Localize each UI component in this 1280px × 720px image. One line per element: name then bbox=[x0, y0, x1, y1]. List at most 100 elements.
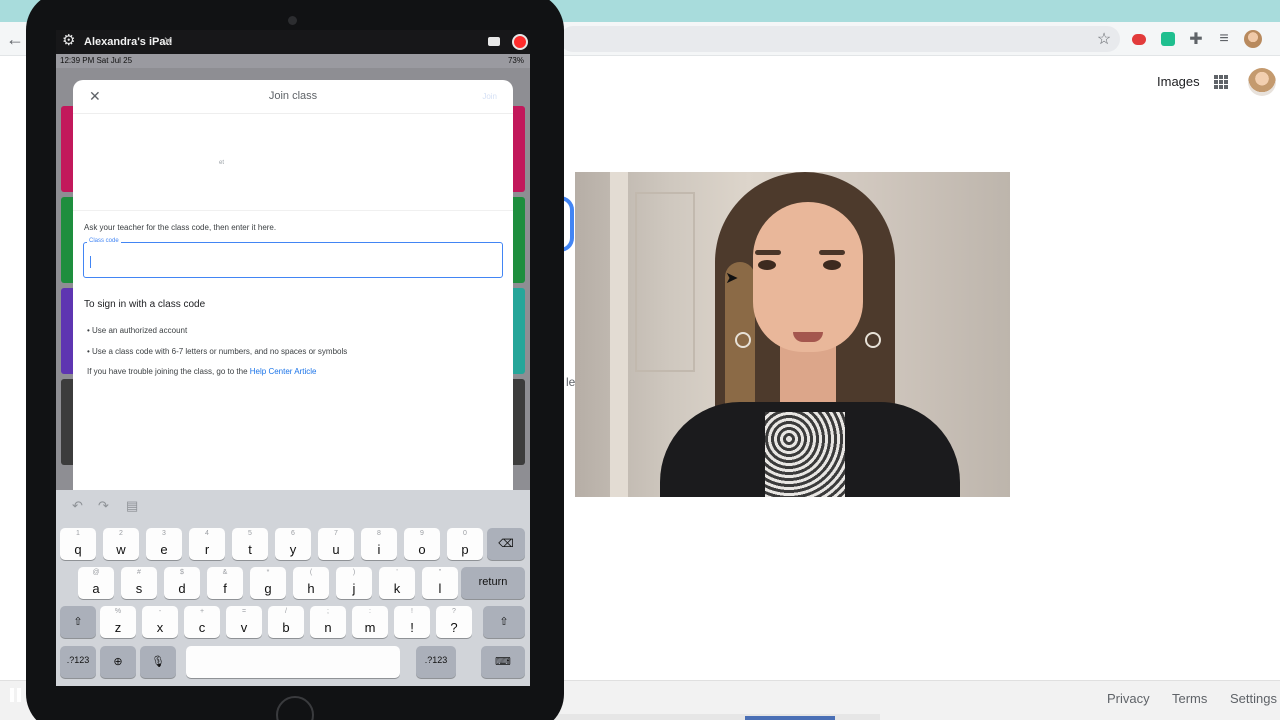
key-alt-label: ! bbox=[411, 608, 413, 615]
reading-list-icon[interactable]: ≡ bbox=[1213, 28, 1235, 50]
extension-red-icon[interactable] bbox=[1128, 28, 1150, 50]
extension-green-icon[interactable] bbox=[1157, 28, 1179, 50]
key-label: e bbox=[160, 542, 168, 557]
key-b[interactable]: / b bbox=[268, 606, 304, 638]
key-a[interactable]: @ a bbox=[78, 567, 114, 599]
key-label: s bbox=[135, 581, 143, 596]
key-label: f bbox=[223, 581, 227, 596]
settings-gear-icon[interactable]: ⚙ bbox=[62, 33, 75, 49]
class-code-input[interactable] bbox=[83, 242, 503, 278]
undo-icon[interactable]: ↶ bbox=[72, 498, 83, 514]
key-label: ! bbox=[410, 620, 414, 635]
presenter-eye-right bbox=[823, 260, 841, 270]
numbers-key-right[interactable]: .?123 bbox=[416, 646, 456, 678]
key-p[interactable]: 0p bbox=[447, 528, 483, 560]
close-icon[interactable]: ✕ bbox=[163, 34, 173, 48]
presenter-brow-right bbox=[819, 250, 845, 255]
key-![interactable]: !! bbox=[394, 606, 430, 638]
key-alt-label: ) bbox=[352, 569, 356, 576]
bookmark-star-icon[interactable]: ☆ bbox=[1093, 28, 1115, 50]
profile-avatar-icon[interactable] bbox=[1242, 28, 1264, 50]
key-k[interactable]: ' k bbox=[379, 567, 415, 599]
numbers-key-left[interactable]: .?123 bbox=[60, 646, 96, 678]
dictation-key[interactable]: 🎙 bbox=[140, 646, 176, 678]
account-hint: et bbox=[219, 160, 225, 166]
google-apps-grid-icon[interactable] bbox=[1214, 75, 1228, 89]
key-?[interactable]: ?? bbox=[436, 606, 472, 638]
paste-icon[interactable]: ▤ bbox=[126, 498, 138, 514]
key-alt-label: + bbox=[199, 608, 205, 615]
backspace-key[interactable]: ⌫ bbox=[487, 528, 525, 560]
key-y[interactable]: 6y bbox=[275, 528, 311, 560]
settings-link[interactable]: Settings bbox=[1230, 691, 1277, 706]
key-x[interactable]: -x bbox=[142, 606, 178, 638]
pause-icon[interactable] bbox=[10, 688, 24, 704]
hoop-earring-left bbox=[735, 332, 751, 348]
class-code-label: Class code bbox=[87, 238, 121, 244]
images-link[interactable]: Images bbox=[1157, 74, 1200, 89]
numbers-label: .?123 bbox=[424, 655, 448, 665]
snapshot-camera-icon[interactable] bbox=[488, 37, 500, 46]
key-i[interactable]: 8i bbox=[361, 528, 397, 560]
bullet-text: Use a class code with 6-7 letters or num… bbox=[92, 347, 348, 356]
key-g[interactable]: * g bbox=[250, 567, 286, 599]
join-class-dialog: ✕ Join class Join et Ask your teacher fo… bbox=[73, 80, 513, 490]
signin-heading: To sign in with a class code bbox=[84, 299, 206, 310]
key-label: k bbox=[393, 581, 401, 596]
key-t[interactable]: 5t bbox=[232, 528, 268, 560]
key-s[interactable]: # s bbox=[121, 567, 157, 599]
privacy-link[interactable]: Privacy bbox=[1107, 691, 1150, 706]
record-button[interactable] bbox=[512, 34, 528, 50]
return-key[interactable]: return bbox=[461, 567, 525, 599]
redo-icon[interactable]: ↷ bbox=[98, 498, 109, 514]
key-v[interactable]: = v bbox=[226, 606, 262, 638]
key-u[interactable]: 7u bbox=[318, 528, 354, 560]
door-panel bbox=[635, 192, 695, 372]
key-n[interactable]: ; n bbox=[310, 606, 346, 638]
key-h[interactable]: (h bbox=[293, 567, 329, 599]
key-alt-label: 7 bbox=[334, 530, 338, 537]
key-label: b bbox=[282, 620, 290, 635]
puzzle-extensions-icon[interactable]: ✚ bbox=[1185, 28, 1207, 50]
shift-key-right[interactable]: ⇧ bbox=[483, 606, 525, 638]
terms-link[interactable]: Terms bbox=[1172, 691, 1207, 706]
key-q[interactable]: 1q bbox=[60, 528, 96, 560]
key-alt-label: & bbox=[222, 569, 228, 576]
shift-key-left[interactable]: ⇧ bbox=[60, 606, 96, 638]
key-label: x bbox=[156, 620, 164, 635]
key-r[interactable]: 4r bbox=[189, 528, 225, 560]
hide-keyboard-key[interactable]: ⌨ bbox=[481, 646, 525, 678]
address-bar[interactable] bbox=[560, 26, 1120, 52]
key-e[interactable]: 3e bbox=[146, 528, 182, 560]
key-m[interactable]: :m bbox=[352, 606, 388, 638]
help-prefix: If you have trouble joining the class, g… bbox=[87, 367, 250, 376]
space-bar[interactable] bbox=[186, 646, 400, 678]
globe-key[interactable]: ⊕ bbox=[100, 646, 136, 678]
key-label: i bbox=[377, 542, 381, 557]
key-w[interactable]: 2w bbox=[103, 528, 139, 560]
hoop-earring-right bbox=[865, 332, 881, 348]
mouse-cursor-icon: ➤ bbox=[725, 270, 739, 287]
key-alt-label: 8 bbox=[377, 530, 381, 537]
key-alt-label: # bbox=[137, 569, 141, 576]
key-j[interactable]: ) j bbox=[336, 567, 372, 599]
help-center-link[interactable]: Help Center Article bbox=[250, 367, 317, 376]
back-arrow-icon[interactable]: ← bbox=[6, 28, 24, 50]
join-button[interactable]: Join bbox=[482, 92, 497, 101]
key-d[interactable]: $ d bbox=[164, 567, 200, 599]
key-label: d bbox=[178, 581, 186, 596]
key-alt-label: * bbox=[266, 569, 270, 576]
key-label: m bbox=[364, 620, 376, 635]
account-avatar[interactable] bbox=[1248, 68, 1276, 96]
key-alt-label: $ bbox=[180, 569, 184, 576]
key-l[interactable]: " l bbox=[422, 567, 458, 599]
key-alt-label: ( bbox=[309, 569, 313, 576]
key-f[interactable]: & f bbox=[207, 567, 243, 599]
key-o[interactable]: 9o bbox=[404, 528, 440, 560]
key-z[interactable]: % z bbox=[100, 606, 136, 638]
key-alt-label: 1 bbox=[76, 530, 80, 537]
keyboard-dismiss-icon: ⌨ bbox=[495, 656, 511, 668]
shift-icon: ⇧ bbox=[73, 616, 83, 628]
key-label: c bbox=[198, 620, 206, 635]
key-c[interactable]: + c bbox=[184, 606, 220, 638]
